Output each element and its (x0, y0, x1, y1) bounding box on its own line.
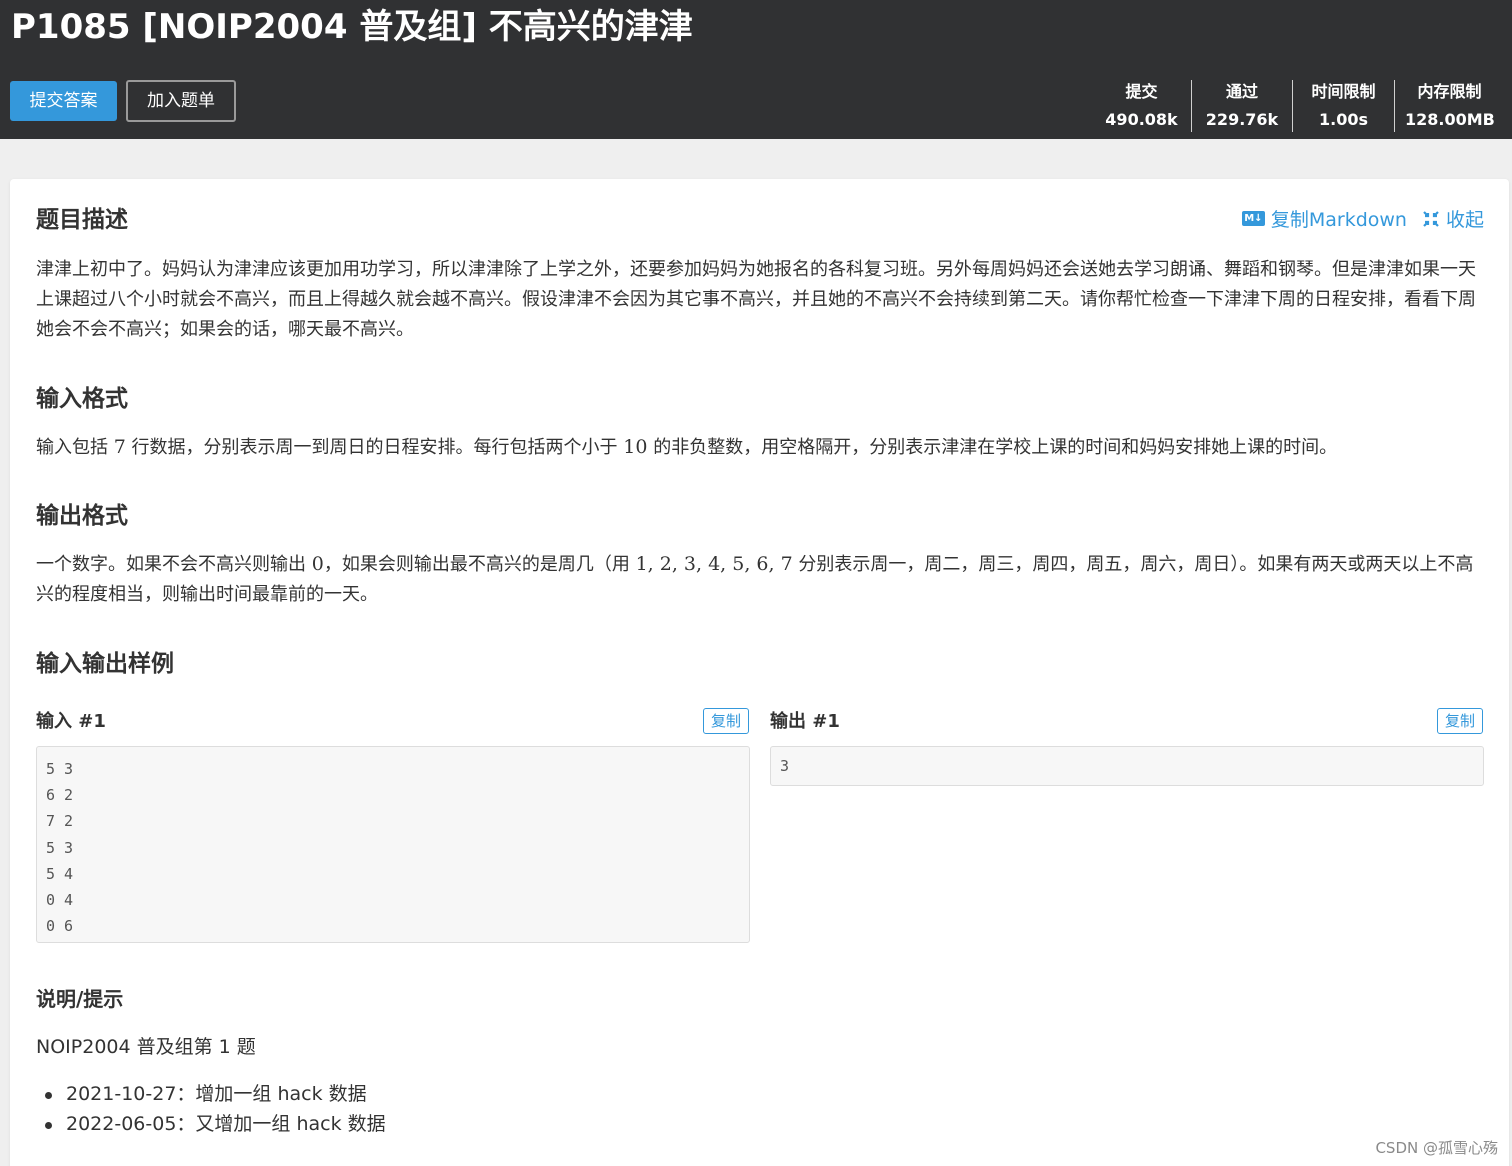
stat-value: 490.08k (1105, 110, 1178, 129)
collapse-icon (1423, 210, 1439, 227)
code-line: 5 3 (46, 760, 74, 778)
submit-answer-button[interactable]: 提交答案 (10, 81, 117, 121)
stat-accepted: 通过 229.76k (1191, 80, 1292, 132)
code-line: 7 2 (46, 812, 74, 831)
markdown-icon: M↓ (1241, 211, 1265, 226)
input-format-heading: 输入格式 (36, 386, 128, 412)
samples-heading: 输入输出样例 (36, 651, 174, 677)
copy-input-button[interactable]: 复制 (703, 708, 749, 734)
description-text: 津津上初中了。妈妈认为津津应该更加用功学习，所以津津除了上学之外，还要参加妈妈为… (36, 259, 1476, 340)
page-title: P1085 [NOIP2004 普及组] 不高兴的津津 (11, 7, 693, 47)
stat-value: 1.00s (1319, 110, 1368, 129)
hint-text: NOIP2004 普及组第 1 题 (36, 1036, 256, 1058)
description-heading: 题目描述 (36, 207, 128, 233)
stat-time-limit: 时间限制 1.00s (1292, 80, 1394, 132)
code-line: 0 4 (46, 891, 74, 910)
stat-label: 通过 (1225, 82, 1258, 101)
problem-header: P1085 [NOIP2004 普及组] 不高兴的津津 提交答案 加入题单 提交… (0, 0, 1512, 139)
collapse-button[interactable]: 收起 (1421, 205, 1484, 232)
output-format-text: 一个数字。如果不会不高兴则输出 0，如果会则输出最不高兴的是周几（用 1, 2,… (36, 553, 1474, 605)
collapse-label: 收起 (1445, 209, 1484, 231)
stat-label: 时间限制 (1311, 82, 1376, 101)
csdn-watermark: CSDN @孤雪心殇 (1375, 1139, 1498, 1157)
copy-markdown-button[interactable]: M↓ 复制Markdown (1241, 205, 1407, 232)
code-line: 3 (780, 757, 790, 775)
problem-stats: 提交 490.08k 通过 229.76k 时间限制 1.00s 内存限制 12… (1092, 80, 1512, 132)
stat-label: 内存限制 (1417, 82, 1482, 101)
list-item: 2022-06-05：又增加一组 hack 数据 (36, 1109, 386, 1139)
stat-value: 128.00MB (1405, 110, 1495, 129)
sample-output-label: 输出 #1 (770, 711, 840, 732)
problem-card: 题目描述 M↓ 复制Markdown 收起 津津上初中了。妈妈认为津津应该更加用… (10, 179, 1509, 1166)
copy-markdown-label: 复制Markdown (1270, 209, 1407, 231)
sample-input-box[interactable]: 5 3 6 2 7 2 5 3 5 4 0 4 0 6 (36, 746, 750, 943)
add-to-list-button[interactable]: 加入题单 (126, 80, 236, 122)
hint-heading: 说明/提示 (36, 987, 124, 1011)
list-item: 2021-10-27：增加一组 hack 数据 (36, 1079, 386, 1109)
sample-input-label: 输入 #1 (36, 711, 106, 732)
input-format-text: 输入包括 7 行数据，分别表示周一到周日的日程安排。每行包括两个小于 10 的非… (36, 436, 1338, 458)
code-line: 6 2 (46, 786, 74, 805)
output-format-heading: 输出格式 (36, 503, 128, 529)
copy-output-button[interactable]: 复制 (1437, 708, 1483, 734)
code-line: 0 6 (46, 917, 74, 936)
sample-output-box[interactable]: 3 (770, 746, 1484, 786)
code-line: 5 3 (46, 838, 74, 857)
problem-toolbar: M↓ 复制Markdown 收起 (1241, 205, 1484, 232)
stat-memory-limit: 内存限制 128.00MB (1394, 80, 1512, 132)
hint-list: 2021-10-27：增加一组 hack 数据 2022-06-05：又增加一组… (36, 1079, 386, 1139)
stat-submissions: 提交 490.08k (1092, 80, 1191, 132)
stat-label: 提交 (1125, 82, 1158, 101)
stat-value: 229.76k (1205, 110, 1279, 129)
code-line: 5 4 (46, 864, 74, 883)
